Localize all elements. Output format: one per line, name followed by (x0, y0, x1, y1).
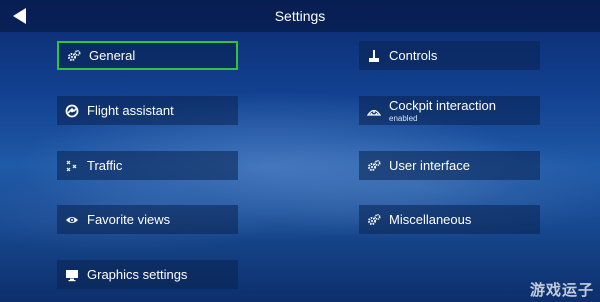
menu-item-status: enabled (389, 114, 418, 123)
menu-item-label: General (89, 48, 136, 63)
menu-item-label: Traffic (87, 158, 123, 173)
menu-item-traffic[interactable]: Traffic (57, 151, 238, 180)
menu-item-graphics-settings[interactable]: Graphics settings (57, 260, 238, 289)
top-bar: Settings (0, 0, 600, 32)
joystick-icon (367, 49, 381, 63)
menu-item-label: Miscellaneous (389, 212, 472, 227)
menu-item-label: Graphics settings (87, 267, 188, 282)
menu-item-text: Cockpit interaction enabled (389, 98, 496, 123)
menu-item-general[interactable]: General (57, 41, 238, 70)
back-button[interactable] (10, 6, 30, 26)
cockpit-icon (367, 104, 381, 118)
menu-item-label: Flight assistant (87, 103, 174, 118)
flight-assistant-icon (65, 104, 79, 118)
eye-icon (65, 213, 79, 227)
menu-item-favorite-views[interactable]: Favorite views (57, 205, 238, 234)
page-title: Settings (274, 8, 326, 24)
menu-item-label: User interface (389, 158, 470, 173)
menu-item-miscellaneous[interactable]: Miscellaneous (359, 205, 540, 234)
traffic-icon (65, 159, 79, 173)
watermark: 游戏运子 (529, 282, 594, 299)
gears-icon (367, 159, 381, 173)
gears-icon (367, 213, 381, 227)
monitor-icon (65, 268, 79, 282)
menu-item-user-interface[interactable]: User interface (359, 151, 540, 180)
menu-item-flight-assistant[interactable]: Flight assistant (57, 96, 238, 125)
back-arrow-icon (13, 8, 26, 24)
menu-item-controls[interactable]: Controls (359, 41, 540, 70)
menu-item-label: Cockpit interaction (389, 98, 496, 113)
menu-item-label: Favorite views (87, 212, 171, 227)
gears-icon (67, 49, 81, 63)
menu-item-label: Controls (389, 48, 438, 63)
menu-item-cockpit-interaction[interactable]: Cockpit interaction enabled (359, 96, 540, 125)
